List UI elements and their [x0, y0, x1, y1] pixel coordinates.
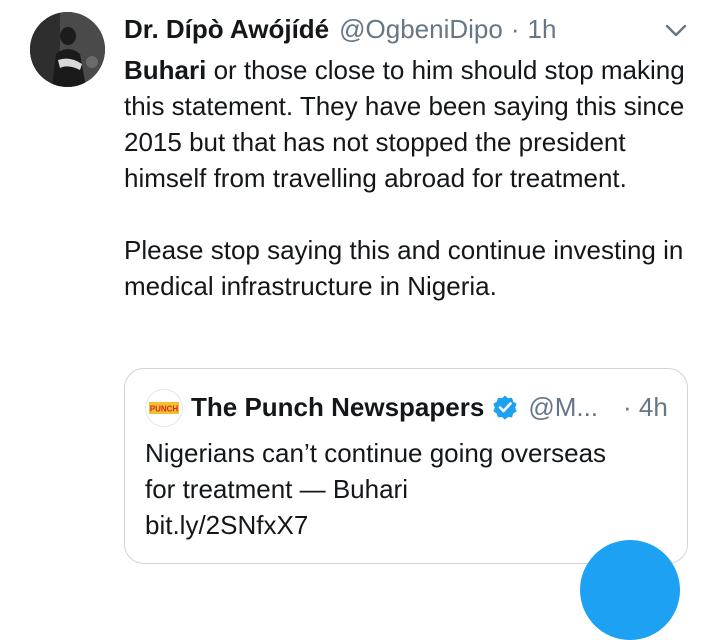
tweet-paragraph-2: Please stop saying this and continue inv… — [124, 235, 684, 301]
quoted-tweet-text: Nigerians can’t continue going overseas … — [145, 435, 665, 543]
quoted-tweet-card[interactable]: PUNCH The Punch Newspapers @M... · 4h Ni… — [124, 368, 688, 564]
author-name[interactable]: Dr. Dípò Awójídé — [124, 12, 329, 46]
quoted-tweet-header: The Punch Newspapers @M... — [191, 387, 598, 427]
paragraph-1-text: or those close to him should stop making… — [124, 55, 685, 193]
verified-badge-icon — [493, 395, 517, 420]
author-handle[interactable]: @OgbeniDipo — [339, 12, 503, 46]
punch-logo: PUNCH — [147, 391, 181, 425]
quoted-tweet-link[interactable]: bit.ly/2SNfxX7 — [145, 507, 665, 543]
tweet-text: Buhari or those close to him should stop… — [124, 52, 704, 304]
mention-link[interactable]: Buhari — [124, 55, 206, 85]
quoted-author-avatar[interactable]: PUNCH — [145, 389, 183, 427]
quoted-tweet-timestamp[interactable]: · 4h — [623, 387, 668, 427]
author-avatar[interactable] — [30, 12, 105, 87]
punch-logo-text: PUNCH — [150, 405, 179, 414]
compose-button[interactable] — [580, 540, 680, 640]
quoted-text-line-1: Nigerians can’t continue going overseas — [145, 438, 607, 468]
avatar-photo — [30, 12, 105, 87]
separator-dot: · — [510, 14, 520, 44]
quoted-author-name[interactable]: The Punch Newspapers — [191, 392, 484, 423]
tweet-header: Dr. Dípò Awójídé @OgbeniDipo · 1h — [124, 12, 556, 46]
tweet-paragraph-1: Buhari or those close to him should stop… — [124, 52, 704, 196]
quoted-text-line-2: for treatment — Buhari — [145, 474, 408, 504]
tweet-timestamp[interactable]: 1h — [528, 12, 557, 46]
chevron-down-icon[interactable] — [664, 20, 688, 40]
quoted-author-handle[interactable]: @M... — [528, 392, 598, 423]
